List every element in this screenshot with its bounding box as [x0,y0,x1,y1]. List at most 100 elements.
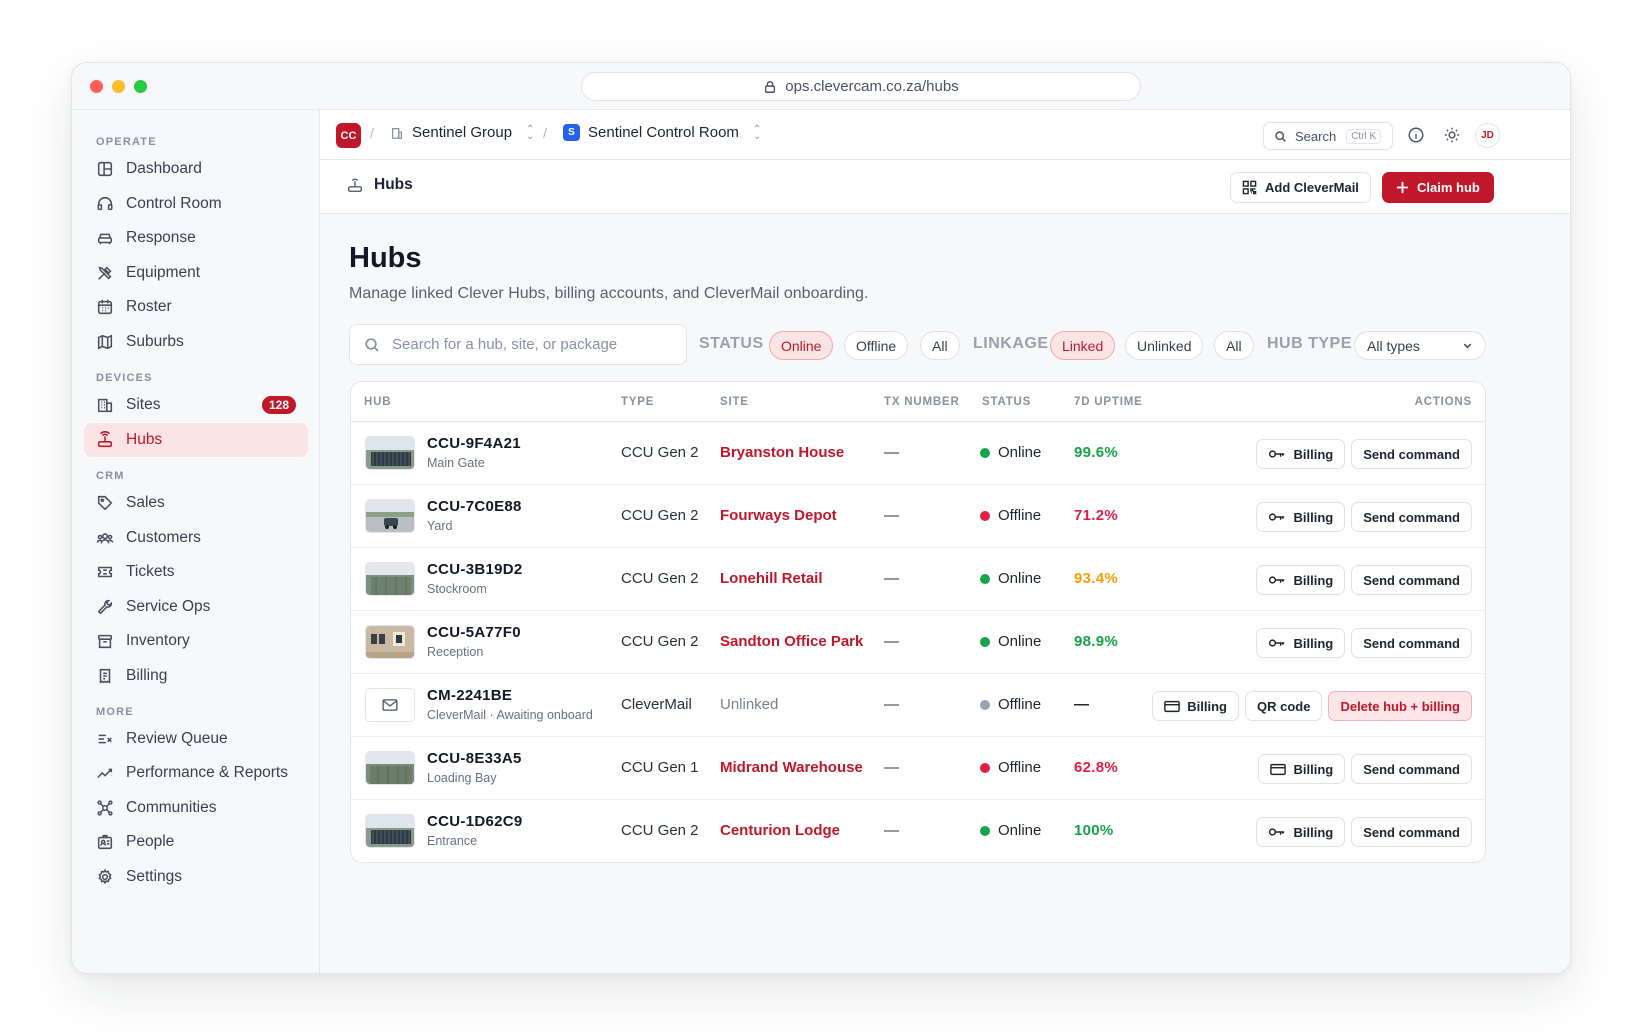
minimize-window-button[interactable] [112,80,125,93]
avatar[interactable]: JD [1475,123,1500,148]
table-row[interactable]: CM-2241BE CleverMail · Awaiting onboard … [351,674,1485,737]
column-header-type: TYPE [621,396,655,408]
sidebar-item-dashboard[interactable]: Dashboard [84,152,308,186]
hub-id[interactable]: CCU-1D62C9 [427,813,523,830]
billing-button[interactable]: Billing [1256,502,1346,532]
sidebar-item-settings[interactable]: Settings [84,860,308,894]
send-command-button[interactable]: Send command [1351,439,1472,469]
address-bar[interactable]: ops.clevercam.co.za/hubs [581,72,1141,101]
map-icon [97,334,113,350]
building-icon [97,398,113,413]
send-command-button-label: Send command [1363,446,1460,462]
qr-code-button[interactable]: QR code [1244,691,1323,721]
status-text: Online [998,570,1042,587]
status-text: Offline [998,759,1042,776]
linkage-filter-linked[interactable]: Linked [1050,331,1116,360]
hub-id[interactable]: CCU-5A77F0 [427,624,521,641]
tx-number: — [884,633,899,650]
close-window-button[interactable] [90,80,103,93]
sidebar-item-sites[interactable]: Sites 128 [84,388,308,422]
hub-id[interactable]: CCU-7C0E88 [427,498,522,515]
status-text: Online [998,633,1042,650]
status-text: Offline [998,696,1042,713]
sidebar-item-response[interactable]: Response [84,221,308,255]
sidebar-item-customers[interactable]: Customers [84,521,308,555]
sidebar-item-sales[interactable]: Sales [84,486,308,520]
sidebar-item-equipment[interactable]: Equipment [84,256,308,290]
table-row[interactable]: CCU-7C0E88 Yard CCU Gen 2 Fourways Depot… [351,485,1485,548]
table-row[interactable]: CCU-5A77F0 Reception CCU Gen 2 Sandton O… [351,611,1485,674]
sidebar-item-control-room[interactable]: Control Room [84,187,308,221]
hub-site-link[interactable]: Bryanston House [720,444,844,461]
billing-button[interactable]: Billing [1256,628,1346,658]
global-search-button[interactable]: Search Ctrl K [1263,122,1393,150]
hub-site-link[interactable]: Sandton Office Park [720,633,863,650]
hub-photo-loading-bay [366,752,414,784]
status-filter-online[interactable]: Online [769,331,834,360]
hub-search-input[interactable]: Search for a hub, site, or package [349,324,687,365]
table-row[interactable]: CCU-1D62C9 Entrance CCU Gen 2 Centurion … [351,800,1485,862]
workspace-switcher[interactable]: S Sentinel Control Room ⌃ ⌄ [563,124,761,141]
sidebar-item-roster[interactable]: Roster [84,290,308,324]
status-filter-all[interactable]: All [920,331,960,360]
table-row[interactable]: CCU-8E33A5 Loading Bay CCU Gen 1 Midrand… [351,737,1485,800]
clevercam-logo[interactable]: CC [336,123,361,148]
sidebar-item-inventory[interactable]: Inventory [84,624,308,658]
sidebar-item-performance-reports[interactable]: Performance & Reports [84,756,308,790]
sidebar-item-label: Inventory [126,632,190,649]
linkage-filter-unlinked[interactable]: Unlinked [1125,331,1204,360]
table-row[interactable]: CCU-3B19D2 Stockroom CCU Gen 2 Lonehill … [351,548,1485,611]
hub-type-select[interactable]: All types [1354,331,1486,360]
maximize-window-button[interactable] [134,80,147,93]
delete-hub-billing-button[interactable]: Delete hub + billing [1328,691,1472,721]
send-command-button[interactable]: Send command [1351,628,1472,658]
mail-thumb [365,688,415,722]
hub-type: CCU Gen 1 [621,759,699,776]
hub-id[interactable]: CCU-8E33A5 [427,750,522,767]
tx-number: — [884,822,899,839]
send-command-button[interactable]: Send command [1351,565,1472,595]
column-header-site: SITE [720,396,749,408]
billing-button[interactable]: Billing [1256,565,1346,595]
billing-button-label: Billing [1293,761,1334,777]
org-switcher[interactable]: Sentinel Group ⌃ ⌄ [390,124,534,141]
tx-number: — [884,696,899,713]
status-dot [980,699,990,710]
sun-icon[interactable] [1443,126,1461,144]
sidebar-item-billing[interactable]: Billing [84,659,308,693]
sidebar-item-hubs[interactable]: Hubs [84,423,308,457]
sidebar-item-communities[interactable]: Communities [84,791,308,825]
plus-icon [1396,181,1409,194]
chevron-updown-icon: ⌃ ⌄ [752,123,762,142]
sidebar-item-service-ops[interactable]: Service Ops [84,590,308,624]
add-clevermail-button[interactable]: Add CleverMail [1230,172,1371,203]
status-dot [980,510,990,521]
hub-site-link[interactable]: Lonehill Retail [720,570,823,587]
send-command-button[interactable]: Send command [1351,754,1472,784]
page-title: Hubs [349,242,422,274]
send-command-button[interactable]: Send command [1351,817,1472,847]
claim-hub-button[interactable]: Claim hub [1382,172,1494,203]
status-filter-offline[interactable]: Offline [844,331,909,360]
hub-id[interactable]: CCU-9F4A21 [427,435,521,452]
sidebar-item-people[interactable]: People [84,825,308,859]
billing-button[interactable]: Billing [1256,817,1346,847]
send-command-button[interactable]: Send command [1351,502,1472,532]
sidebar-item-tickets[interactable]: Tickets [84,555,308,589]
table-header: HUB TYPE SITE TX NUMBER STATUS 7D UPTIME… [351,382,1485,422]
billing-button[interactable]: Billing [1258,754,1346,784]
hub-site-link[interactable]: Midrand Warehouse [720,759,863,776]
status-dot [980,573,990,584]
linkage-filter-all[interactable]: All [1214,331,1254,360]
hub-id[interactable]: CCU-3B19D2 [427,561,523,578]
hub-type-value: All types [1367,337,1420,354]
hub-id[interactable]: CM-2241BE [427,687,512,704]
sidebar-item-suburbs[interactable]: Suburbs [84,325,308,359]
table-row[interactable]: CCU-9F4A21 Main Gate CCU Gen 2 Bryanston… [351,422,1485,485]
hub-site-link[interactable]: Fourways Depot [720,507,837,524]
info-icon[interactable] [1407,126,1425,144]
sidebar-item-review-queue[interactable]: Review Queue [84,722,308,756]
hub-site-link[interactable]: Centurion Lodge [720,822,840,839]
billing-button[interactable]: Billing [1256,439,1346,469]
billing-button[interactable]: Billing [1152,691,1239,721]
